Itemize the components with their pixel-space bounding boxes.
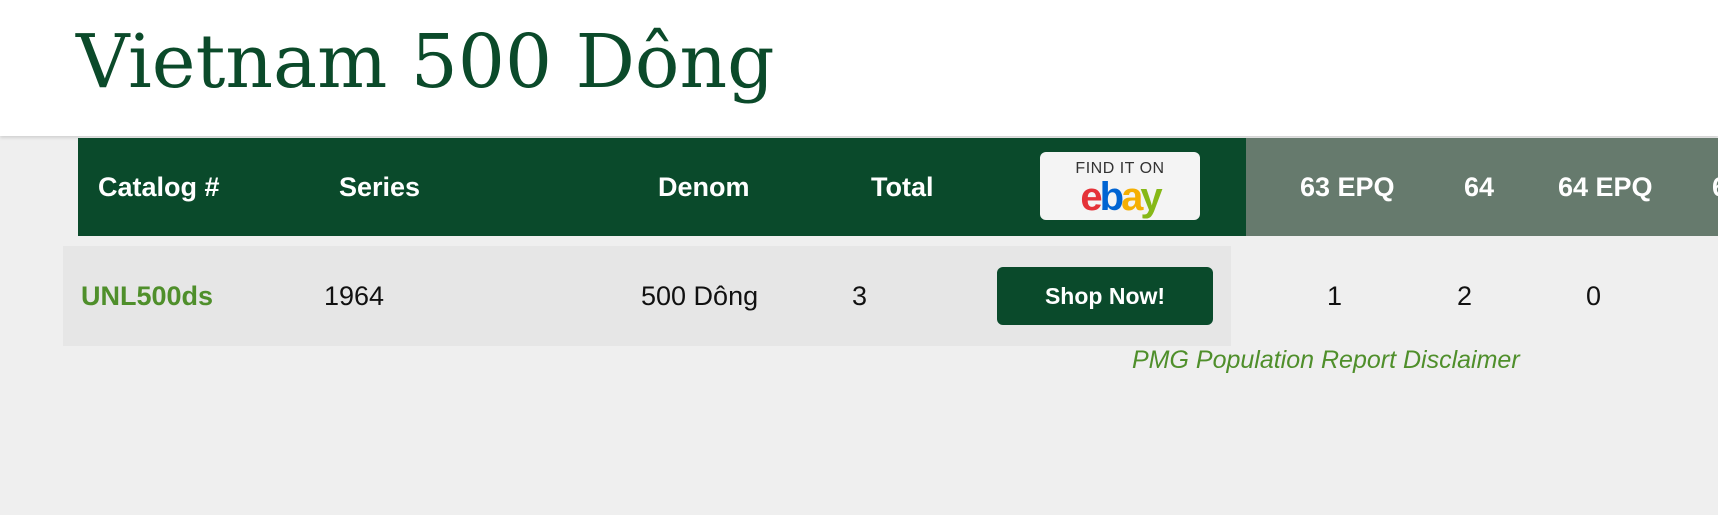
ebay-badge[interactable]: FIND IT ON ebay xyxy=(1040,152,1200,220)
header-catalog: Catalog # xyxy=(98,172,220,202)
header-grade-63-epq: 63 EPQ xyxy=(1300,172,1395,202)
shop-now-button[interactable]: Shop Now! xyxy=(997,267,1213,325)
ebay-logo-letter-a: a xyxy=(1121,175,1143,219)
cell-total: 3 xyxy=(852,281,868,311)
ebay-logo-letter-y: y xyxy=(1140,175,1162,219)
page-title: Vietnam 500 Dông xyxy=(76,19,775,105)
cell-grade-63-epq: 1 xyxy=(1327,281,1343,311)
ebay-logo-letter-b: b xyxy=(1099,175,1125,219)
cell-grade-64: 2 xyxy=(1457,281,1473,311)
cell-series: 1964 xyxy=(324,281,385,311)
disclaimer-link[interactable]: PMG Population Report Disclaimer xyxy=(1132,346,1520,375)
top-bar: Vietnam 500 Dông xyxy=(0,0,1718,136)
ebay-logo-letter-e: e xyxy=(1080,175,1102,219)
cell-denom: 500 Dông xyxy=(641,281,759,311)
header-grade-64: 64 xyxy=(1464,172,1495,202)
header-grade-64-epq: 64 EPQ xyxy=(1558,172,1653,202)
ebay-logo-icon: ebay xyxy=(1040,177,1200,217)
header-series: Series xyxy=(339,172,421,202)
header-grade-next: 6 xyxy=(1712,138,1718,236)
header-denom: Denom xyxy=(658,172,750,202)
catalog-link[interactable]: UNL500ds xyxy=(81,246,213,346)
cell-grade-64-epq: 0 xyxy=(1586,281,1602,311)
header-total: Total xyxy=(871,172,934,202)
